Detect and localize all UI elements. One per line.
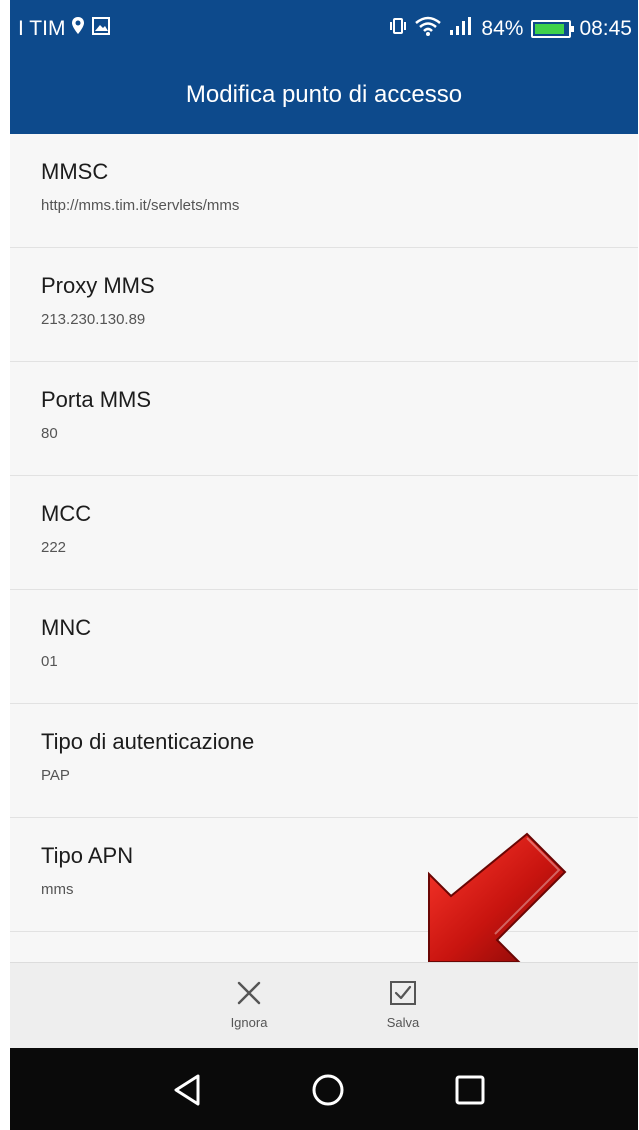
setting-row-proxy-mms[interactable]: Proxy MMS 213.230.130.89 <box>10 248 638 362</box>
setting-value: 213.230.130.89 <box>41 311 146 328</box>
battery-icon <box>531 20 575 38</box>
setting-row-mnc[interactable]: MNC 01 <box>10 590 638 704</box>
image-icon <box>91 16 111 42</box>
setting-row-mcc[interactable]: MCC 222 <box>10 476 638 590</box>
location-icon <box>71 16 85 42</box>
setting-row-apn-type[interactable]: Tipo APN mms <box>10 818 638 932</box>
setting-label: Tipo APN <box>41 843 134 868</box>
save-button[interactable]: Salva <box>358 971 448 1045</box>
setting-label: Porta MMS <box>41 387 152 412</box>
recents-icon[interactable] <box>450 1070 490 1110</box>
setting-row-mmsc[interactable]: MMSC http://mms.tim.it/servlets/mms <box>10 134 638 248</box>
setting-value: mms <box>41 881 74 898</box>
action-bar: Ignora Salva <box>10 962 638 1049</box>
checkbox-check-icon <box>358 971 448 1015</box>
status-right: 84% 08:45 <box>389 16 632 42</box>
status-bar: I TIM 84% 08:45 <box>10 0 638 60</box>
ignore-label: Ignora <box>230 1015 268 1030</box>
setting-value: 01 <box>41 653 58 670</box>
settings-list[interactable]: MMSC http://mms.tim.it/servlets/mms Prox… <box>10 134 638 962</box>
back-icon[interactable] <box>168 1070 208 1110</box>
wifi-icon <box>415 16 442 42</box>
setting-value: 222 <box>41 539 67 556</box>
setting-value: http://mms.tim.it/servlets/mms <box>41 197 240 214</box>
phone-screen: I TIM 84% 08:45 Modifica punto di access… <box>10 0 638 1130</box>
home-icon[interactable] <box>308 1070 348 1110</box>
navigation-bar <box>10 1048 638 1130</box>
carrier-name: I TIM <box>18 17 66 40</box>
setting-label: MNC <box>41 615 92 640</box>
setting-label: Proxy MMS <box>41 273 155 298</box>
battery-percent: 84% <box>481 17 524 40</box>
setting-value: PAP <box>41 767 70 784</box>
setting-label: MMSC <box>41 159 109 184</box>
close-icon <box>204 971 294 1015</box>
setting-row-auth-type[interactable]: Tipo di autenticazione PAP <box>10 704 638 818</box>
setting-label: Tipo di autenticazione <box>41 729 255 754</box>
status-left: I TIM <box>18 16 111 42</box>
setting-row-porta-mms[interactable]: Porta MMS 80 <box>10 362 638 476</box>
clock: 08:45 <box>579 17 632 40</box>
vibrate-icon <box>389 16 407 42</box>
save-label: Salva <box>386 1015 420 1030</box>
setting-label: MCC <box>41 501 92 526</box>
setting-value: 80 <box>41 425 58 442</box>
ignore-button[interactable]: Ignora <box>204 971 294 1045</box>
page-title: Modifica punto di accesso <box>10 60 638 134</box>
signal-icon <box>449 16 473 42</box>
